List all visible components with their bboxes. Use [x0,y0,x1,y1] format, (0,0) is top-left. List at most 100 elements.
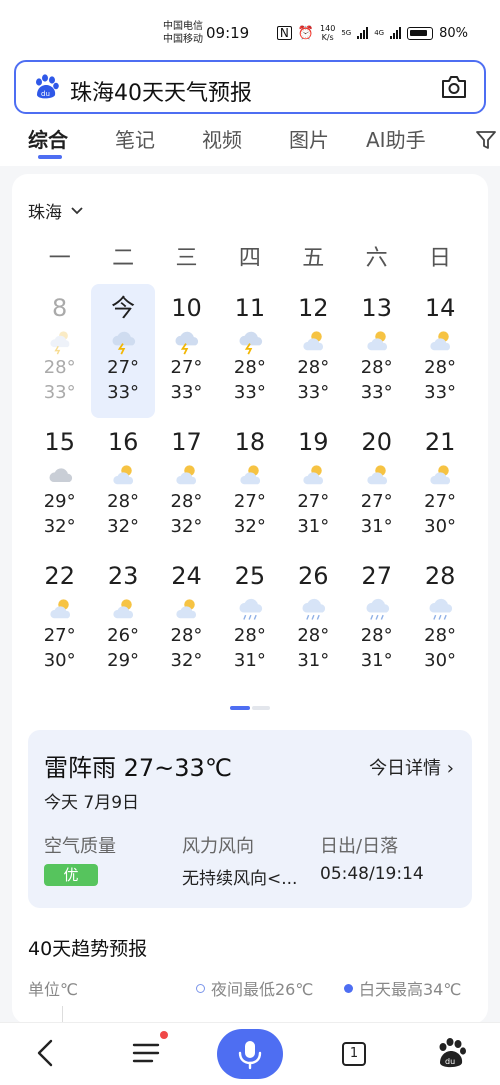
day-cell[interactable]: 13 28° 33° [345,284,408,418]
calendar-pager [230,706,270,710]
legend-high-label: 白天最高34℃ [359,980,462,999]
carrier-labels: 中国电信 中国移动 [163,20,203,46]
city-selector[interactable]: 珠海 [28,198,84,223]
day-high-temp: 33° [107,382,140,403]
partly-cloudy-icon [176,465,197,485]
day-cell[interactable]: 18 27° 32° [218,418,281,552]
day-cell[interactable]: 20 27° 31° [345,418,408,552]
tab-ai-assistant[interactable]: AI助手 [366,124,426,153]
filter-icon[interactable] [474,128,500,152]
day-number: 15 [44,428,75,456]
day-cell[interactable]: 25 28° 31° [218,552,281,686]
day-cell[interactable]: 17 28° 32° [155,418,218,552]
day-high-temp: 32° [107,516,140,537]
search-tabs: 综合 笔记 视频 图片 AI助手 [0,122,500,162]
day-high-temp: 31° [360,650,393,671]
partly-cloudy-icon [367,331,387,351]
thunderstorm-icon [239,331,262,355]
today-headline: 雷阵雨 27~33℃ [44,754,232,782]
tab-images[interactable]: 图片 [289,124,329,153]
chevron-down-icon [71,206,83,214]
high-dot-icon [344,983,353,993]
weekday-tue: 二 [112,246,135,271]
day-low-temp: 28° [424,625,457,646]
tab-notes[interactable]: 笔记 [115,124,155,153]
svg-text:du: du [445,1057,455,1066]
day-low-temp: 28° [170,625,203,646]
weekday-fri: 五 [302,246,325,271]
day-cell[interactable]: 15 29° 32° [28,418,91,552]
menu-icon[interactable] [128,1035,164,1071]
day-cell[interactable]: 12 28° 33° [282,284,345,418]
day-cell[interactable]: 11 28° 33° [218,284,281,418]
day-number: 20 [361,428,392,456]
day-low-temp: 27° [43,625,76,646]
rain-cloud-icon [366,598,389,620]
day-cell[interactable]: 26 28° 31° [282,552,345,686]
day-high-temp: 31° [360,516,393,537]
wind-value: 无持续风向<... [182,869,298,889]
trend-title: 40天趋势预报 [28,938,148,960]
camera-icon[interactable] [440,74,468,100]
day-low-temp: 28° [170,491,203,512]
day-cell[interactable]: 22 27° 30° [28,552,91,686]
speed-value: 140 [320,24,336,33]
day-low-temp: 28° [107,491,140,512]
aqi-label: 空气质量 [44,836,116,857]
net-type-1: 5G [341,29,352,37]
day-high-temp: 33° [233,382,266,403]
sun-label: 日出/日落 [320,836,399,857]
day-number: 24 [171,562,202,590]
today-detail-link[interactable]: 今日详情 › [369,754,454,780]
weekday-thu: 四 [238,246,261,271]
day-low-temp: 28° [233,357,266,378]
day-high-temp: 31° [297,650,330,671]
day-cell[interactable]: 16 28° 32° [91,418,154,552]
status-icons: N ⏰ 140 K/s 5G 4G 80% [276,24,468,42]
baidu-paw-icon: du [36,74,59,99]
legend-low-label: 夜间最低26℃ [211,980,314,999]
day-number: 17 [171,428,202,456]
partly-cloudy-icon [303,465,324,485]
weekday-mon: 一 [48,246,71,271]
weekday-wed: 三 [175,246,198,271]
day-low-temp: 28° [360,625,393,646]
tabs-count-button[interactable]: 1 [342,1042,366,1066]
weekday-header: 一 二 三 四 五 六 日 [28,240,472,272]
baidu-home-icon[interactable]: du [434,1035,470,1071]
weekday-sat: 六 [365,246,388,271]
partly-cloudy-icon [367,465,387,485]
today-detail-panel[interactable]: 雷阵雨 27~33℃ 今日详情 › 今天 7月9日 空气质量 风力风向 日出/日… [28,730,472,908]
day-cell[interactable]: 19 27° 31° [282,418,345,552]
search-box[interactable]: du 珠海40天天气预报 [14,60,486,114]
aqi-badge: 优 [44,864,98,886]
speed-unit: K/s [321,33,334,42]
tab-videos[interactable]: 视频 [202,124,242,153]
day-cell[interactable]: 24 28° 32° [155,552,218,686]
day-cell[interactable]: 14 28° 33° [408,284,471,418]
day-cell[interactable]: 10 27° 33° [155,284,218,418]
day-number: 22 [44,562,75,590]
day-cell[interactable]: 23 26° 29° [91,552,154,686]
day-high-temp: 32° [43,516,76,537]
partly-cloudy-icon [240,465,260,485]
net-type-2: 4G [374,29,385,37]
notification-dot [160,1031,168,1039]
day-number: 25 [234,562,266,590]
day-number: 8 [52,294,68,322]
voice-search-button[interactable] [217,1029,283,1079]
day-cell[interactable]: 27 28° 31° [345,552,408,686]
day-high-temp: 33° [43,382,76,403]
day-cell[interactable]: 21 27° 30° [408,418,471,552]
tab-all[interactable]: 综合 [28,124,68,153]
back-icon[interactable] [28,1035,64,1071]
partly-cloudy-icon [303,331,324,351]
day-cell[interactable]: 今 27° 33° [91,284,155,418]
thunderstorm-icon [175,331,199,355]
day-cell[interactable]: 28 28° 30° [408,552,471,686]
day-cell[interactable]: 8 28° 33° [28,284,91,418]
search-input[interactable]: 珠海40天天气预报 [70,75,252,107]
alarm-icon: ⏰ [297,25,315,41]
carrier-2: 中国移动 [163,34,203,45]
today-date: 今天 7月9日 [44,793,140,813]
